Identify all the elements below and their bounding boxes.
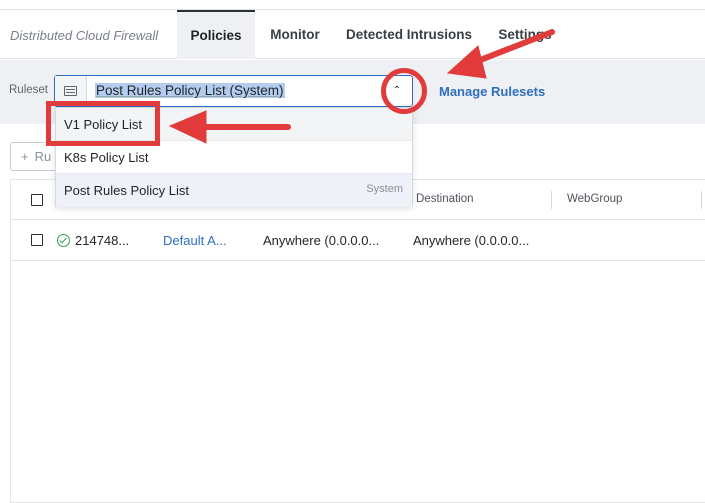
ruleset-label: Ruleset <box>9 84 48 96</box>
ruleset-selected-value[interactable]: Post Rules Policy List (System) <box>95 83 285 98</box>
option-label: K8s Policy List <box>64 150 149 165</box>
column-destination[interactable]: Destination <box>416 193 474 205</box>
rule-source: Anywhere (0.0.0.0... <box>263 233 380 248</box>
manage-rulesets-link[interactable]: Manage Rulesets <box>439 84 545 99</box>
annotation-highlight-circle <box>381 68 427 114</box>
option-post-rules-policy-list[interactable]: Post Rules Policy List System <box>56 174 412 207</box>
annotation-highlight-box <box>46 101 160 146</box>
rule-name-link[interactable]: Default A... <box>163 233 227 248</box>
app-title: Distributed Cloud Firewall <box>10 28 159 43</box>
plus-icon: + <box>21 149 29 164</box>
tab-policies[interactable]: Policies <box>177 10 255 59</box>
rule-destination: Anywhere (0.0.0.0... <box>413 233 530 248</box>
option-label: Post Rules Policy List <box>64 183 189 198</box>
column-divider[interactable] <box>701 191 702 209</box>
tab-monitor[interactable]: Monitor <box>258 10 332 59</box>
tab-detected-intrusions[interactable]: Detected Intrusions <box>338 10 480 59</box>
add-rule-label: Ru <box>34 149 52 164</box>
column-divider[interactable] <box>551 191 552 209</box>
table-row[interactable]: 214748... Default A... Anywhere (0.0.0.0… <box>11 220 705 261</box>
tab-settings[interactable]: Settings <box>490 10 560 59</box>
tab-bar: Distributed Cloud Firewall Policies Moni… <box>0 10 705 59</box>
rules-table: Destination WebGroup 214748... Default A… <box>10 179 705 503</box>
check-circle-icon <box>57 234 70 247</box>
system-tag: System <box>366 183 403 195</box>
column-webgroup[interactable]: WebGroup <box>567 193 622 205</box>
rule-id: 214748... <box>75 233 130 248</box>
list-icon <box>64 86 77 96</box>
row-checkbox[interactable] <box>31 234 43 246</box>
select-all-checkbox[interactable] <box>31 194 43 206</box>
